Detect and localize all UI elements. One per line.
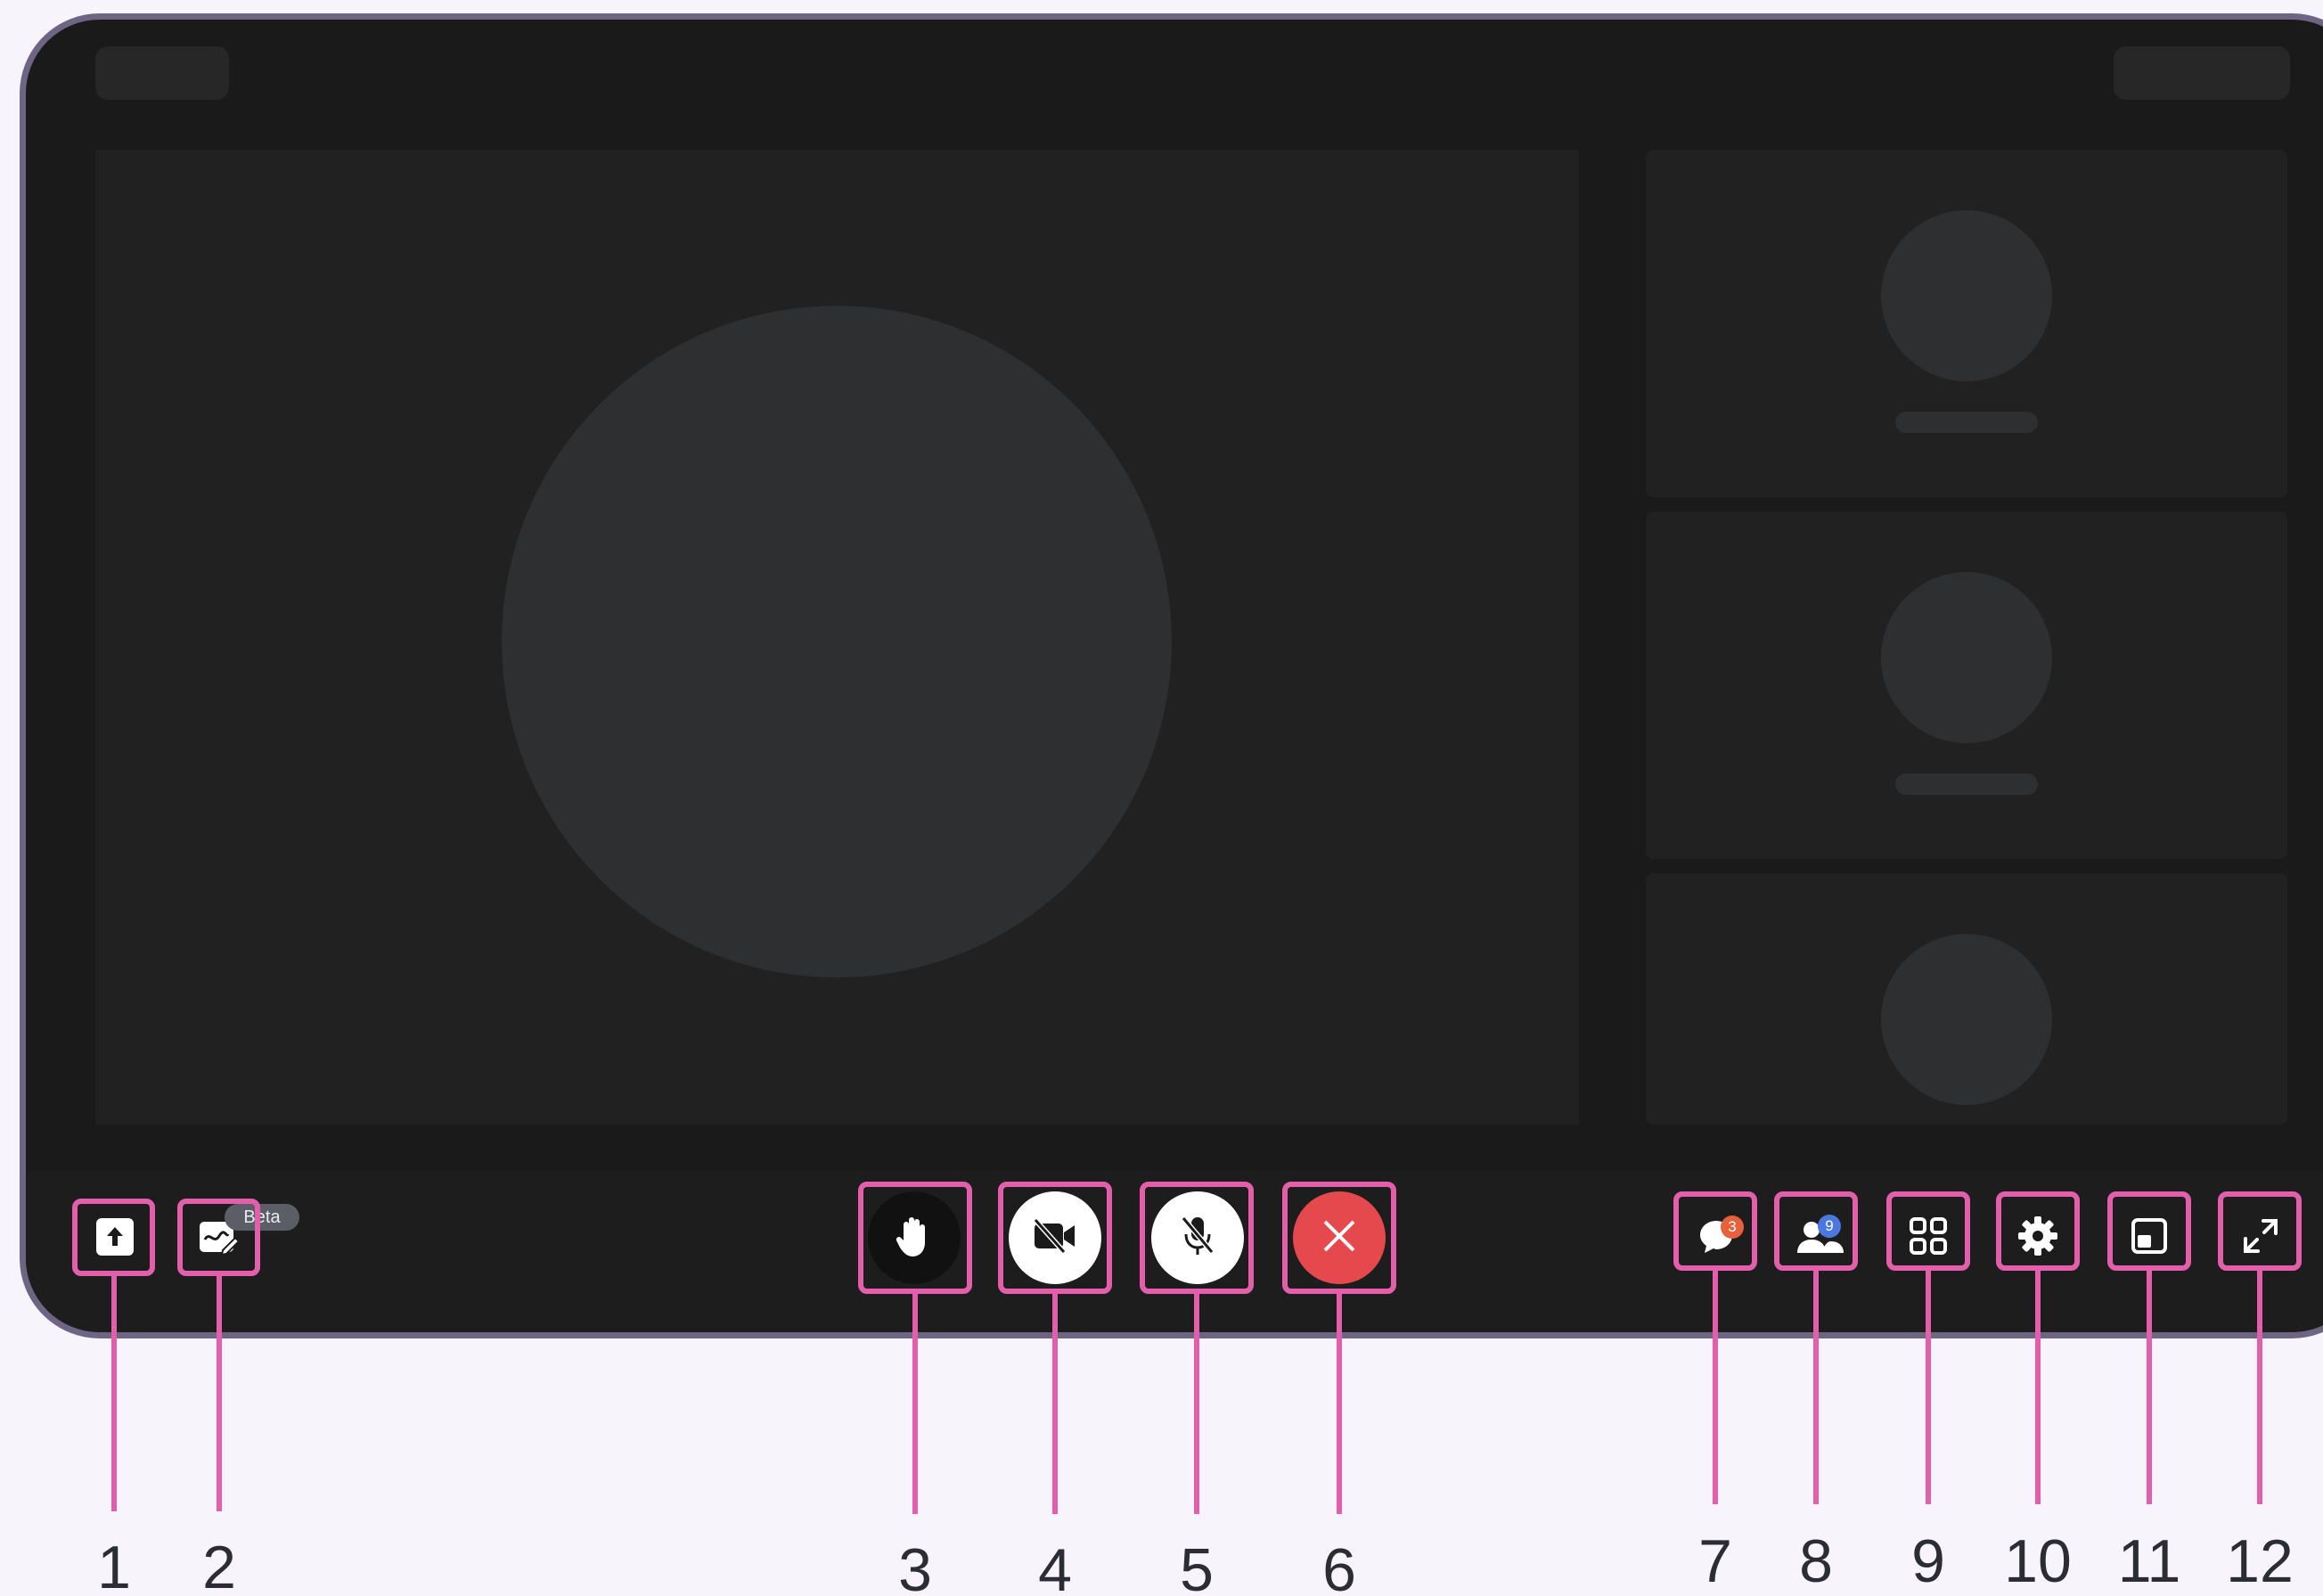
- top-left-placeholder: [95, 46, 229, 100]
- callout-number-8: 8: [1799, 1527, 1833, 1595]
- callout-number-3: 3: [898, 1536, 932, 1596]
- main-speaker-avatar: [502, 306, 1172, 978]
- callout-box-6: [1282, 1182, 1396, 1294]
- main-video-tile: [95, 150, 1579, 1125]
- callout-box-5: [1140, 1182, 1254, 1294]
- callout-number-9: 9: [1911, 1527, 1945, 1595]
- callout-line-5: [1194, 1294, 1199, 1514]
- callout-line-1: [111, 1276, 117, 1511]
- avatar: [1881, 934, 2052, 1105]
- participant-tile: [1646, 873, 2287, 1125]
- callout-line-8: [1813, 1271, 1819, 1504]
- callout-box-11: [2107, 1191, 2191, 1271]
- callout-box-3: [858, 1182, 972, 1294]
- callout-number-5: 5: [1180, 1536, 1214, 1596]
- callout-box-4: [998, 1182, 1112, 1294]
- avatar: [1881, 210, 2052, 381]
- avatar: [1881, 572, 2052, 743]
- callout-box-7: [1673, 1191, 1757, 1271]
- callout-line-12: [2257, 1271, 2262, 1504]
- callout-box-1: [72, 1199, 155, 1276]
- callout-number-6: 6: [1322, 1536, 1356, 1596]
- participant-tile: [1646, 150, 2287, 497]
- annotated-screenshot: Beta 3 9 1 2 3 4 5 6 7 8 9 10 11 12: [0, 0, 2323, 1596]
- callout-box-10: [1996, 1191, 2080, 1271]
- callout-number-12: 12: [2226, 1527, 2294, 1595]
- callout-number-1: 1: [97, 1534, 131, 1596]
- callout-number-10: 10: [2004, 1527, 2072, 1595]
- meeting-window: [20, 13, 2323, 1338]
- callout-line-9: [1926, 1271, 1931, 1504]
- callout-line-3: [912, 1294, 918, 1514]
- participant-tile: [1646, 512, 2287, 859]
- callout-number-4: 4: [1038, 1536, 1072, 1596]
- callout-line-2: [217, 1276, 222, 1511]
- callout-box-2: [177, 1199, 260, 1276]
- callout-box-9: [1886, 1191, 1970, 1271]
- participant-name-placeholder: [1895, 412, 2038, 433]
- callout-number-11: 11: [2117, 1527, 2181, 1595]
- callout-line-11: [2147, 1271, 2152, 1504]
- callout-number-7: 7: [1698, 1527, 1732, 1595]
- callout-box-8: [1774, 1191, 1858, 1271]
- callout-line-10: [2035, 1271, 2041, 1504]
- top-right-placeholder: [2114, 46, 2290, 100]
- callout-line-7: [1713, 1271, 1718, 1504]
- callout-line-4: [1052, 1294, 1058, 1514]
- callout-number-2: 2: [202, 1534, 236, 1596]
- callout-box-12: [2218, 1191, 2302, 1271]
- callout-line-6: [1337, 1294, 1342, 1514]
- participant-name-placeholder: [1895, 773, 2038, 795]
